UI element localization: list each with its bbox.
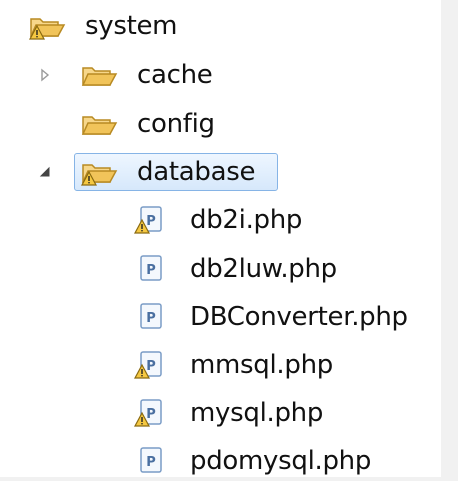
folder-open-icon: [80, 108, 120, 140]
php-file-warning-icon: P: [133, 397, 173, 429]
tree-item-pdomysql-php[interactable]: P pdomysql.php: [0, 441, 441, 481]
svg-text:P: P: [146, 407, 156, 422]
svg-text:P: P: [146, 311, 156, 326]
tree-item-database[interactable]: database: [0, 152, 441, 192]
tree-item-system[interactable]: system: [0, 6, 441, 46]
tree-item-label: system: [85, 11, 178, 41]
collapse-arrow-icon[interactable]: [38, 164, 52, 178]
php-file-warning-icon: P: [133, 349, 173, 381]
tree-item-cache[interactable]: cache: [0, 55, 441, 95]
folder-open-icon: [80, 59, 120, 91]
tree-item-label: db2luw.php: [190, 254, 337, 284]
tree-item-label: database: [137, 157, 256, 187]
php-file-icon: P: [133, 253, 173, 285]
svg-text:P: P: [146, 263, 156, 278]
tree-item-label: mysql.php: [190, 398, 324, 428]
tree-item-label: cache: [137, 60, 213, 90]
tree-item-config[interactable]: config: [0, 104, 441, 144]
folder-open-warning-icon: [28, 10, 68, 42]
folder-open-warning-icon: [80, 156, 120, 188]
tree-item-mmsql-php[interactable]: P mmsql.php: [0, 345, 441, 385]
tree-item-db2i-php[interactable]: P db2i.php: [0, 200, 441, 240]
tree-item-label: mmsql.php: [190, 350, 333, 380]
tree-item-label: DBConverter.php: [190, 302, 408, 332]
expand-arrow-icon[interactable]: [38, 67, 52, 82]
svg-text:P: P: [146, 455, 156, 470]
tree-item-dbconverter-php[interactable]: P DBConverter.php: [0, 297, 441, 337]
php-file-icon: P: [133, 301, 173, 333]
project-explorer-tree: system cache config database P db2i.php …: [0, 0, 441, 477]
svg-text:P: P: [146, 359, 156, 374]
tree-item-db2luw-php[interactable]: P db2luw.php: [0, 249, 441, 289]
svg-text:P: P: [146, 214, 156, 229]
tree-item-label: db2i.php: [190, 205, 303, 235]
tree-item-label: config: [137, 109, 215, 139]
tree-item-mysql-php[interactable]: P mysql.php: [0, 393, 441, 433]
php-file-icon: P: [133, 445, 173, 477]
php-file-warning-icon: P: [133, 204, 173, 236]
tree-item-label: pdomysql.php: [190, 446, 372, 476]
